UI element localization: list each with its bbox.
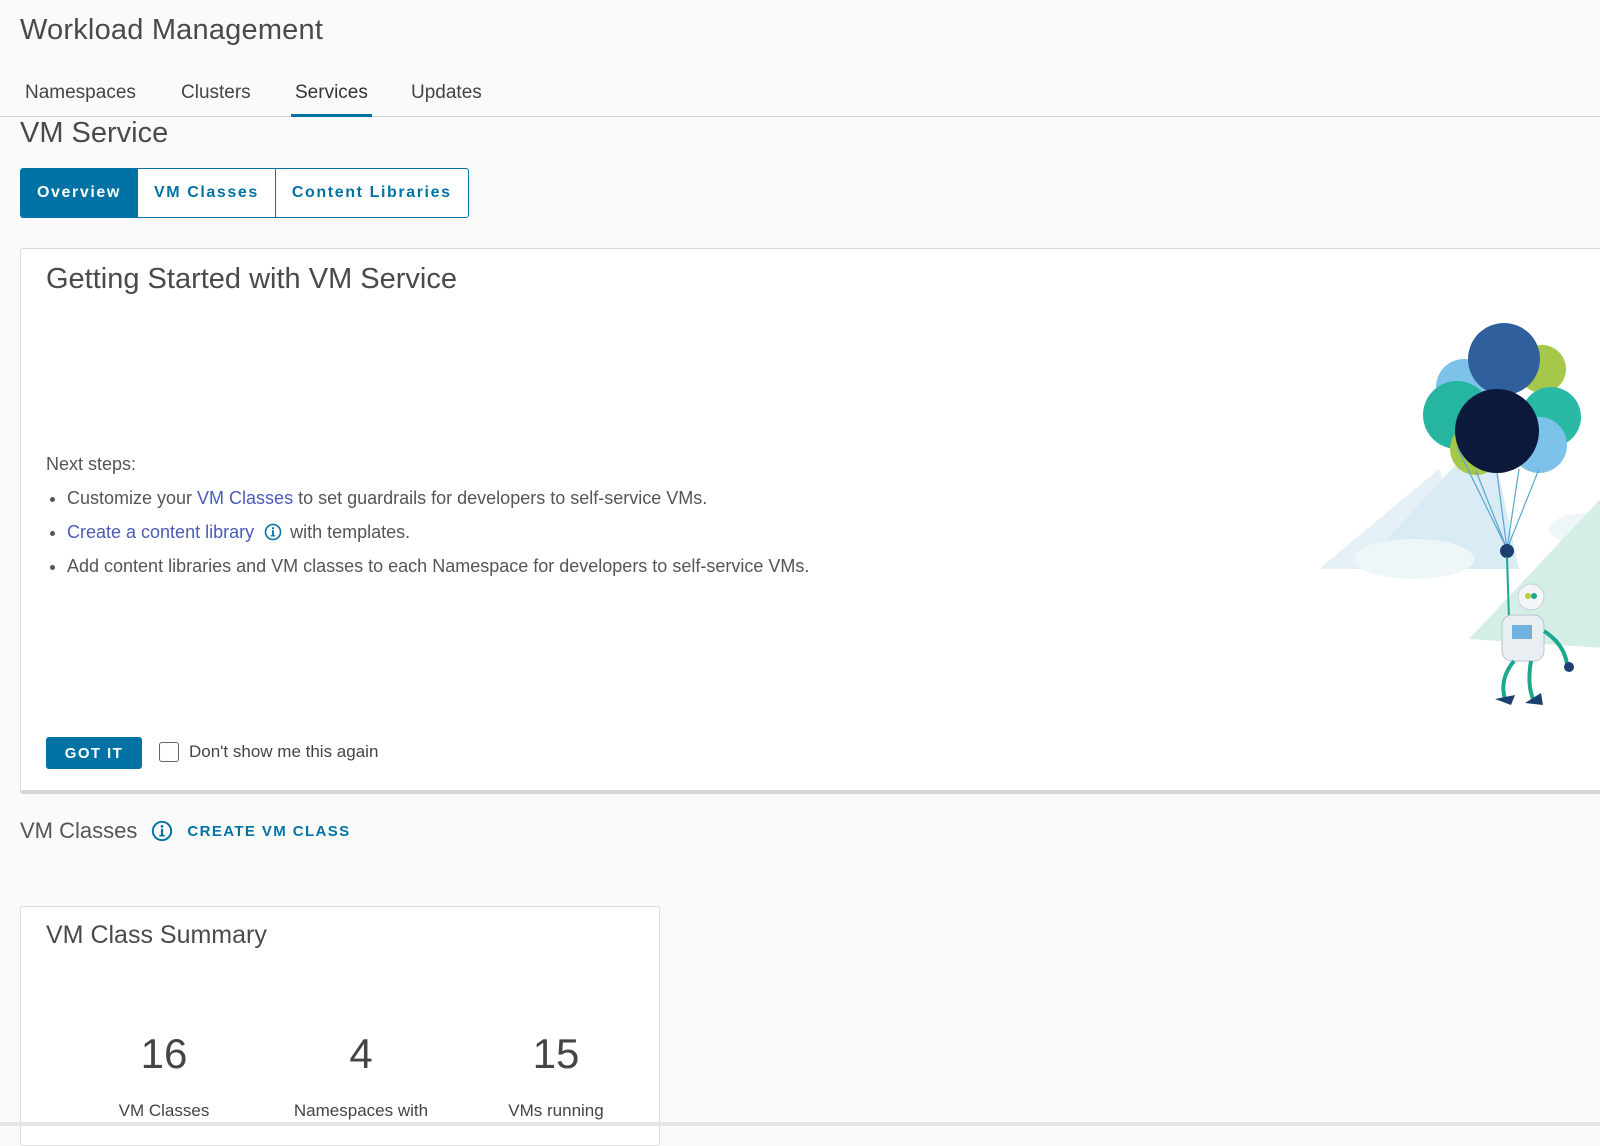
vm-class-summary-title: VM Class Summary	[46, 921, 267, 949]
stat-vm-classes: 16 VM Classes	[69, 1029, 259, 1121]
vm-classes-header: VM Classes CREATE VM CLASS	[20, 818, 351, 844]
info-icon[interactable]	[264, 522, 282, 541]
service-title: VM Service	[20, 117, 169, 149]
stat-label: VM Classes	[118, 1101, 210, 1120]
bottom-edge	[0, 1122, 1600, 1126]
segment-overview[interactable]: Overview	[21, 169, 138, 217]
next-steps-label: Next steps:	[46, 454, 137, 474]
info-icon[interactable]	[151, 820, 173, 842]
step2-suffix: with templates.	[290, 522, 411, 542]
got-it-button[interactable]: GOT IT	[46, 737, 142, 769]
balloons-robot-illustration	[1319, 319, 1600, 709]
create-vm-class-link[interactable]: CREATE VM CLASS	[187, 823, 350, 840]
tab-clusters[interactable]: Clusters	[181, 82, 251, 114]
stat-namespaces-with: 4 Namespaces with	[266, 1029, 456, 1121]
vm-class-summary-card: VM Class Summary 16 VM Classes 4 Namespa…	[20, 906, 660, 1146]
step-add-content-libraries: Add content libraries and VM classes to …	[67, 553, 809, 587]
stat-value: 16	[140, 1030, 188, 1077]
step-create-content-library: Create a content library with templates.	[67, 519, 809, 553]
next-steps-list: Customize your VM Classes to set guardra…	[46, 485, 809, 587]
stat-value: 4	[349, 1030, 373, 1077]
dont-show-again-label[interactable]: Don't show me this again	[189, 742, 378, 762]
getting-started-title: Getting Started with VM Service	[46, 263, 457, 295]
segment-content-libraries[interactable]: Content Libraries	[275, 169, 468, 217]
step3-text: Add content libraries and VM classes to …	[67, 556, 810, 576]
create-content-library-link[interactable]: Create a content library	[67, 522, 254, 542]
step-customize-vm-classes: Customize your VM Classes to set guardra…	[67, 485, 809, 519]
stat-label: VMs running	[508, 1101, 604, 1120]
dont-show-again-row[interactable]: Don't show me this again	[159, 742, 378, 762]
vm-classes-link[interactable]: VM Classes	[197, 488, 293, 508]
tab-updates[interactable]: Updates	[411, 82, 482, 114]
getting-started-card: Getting Started with VM Service Next ste…	[20, 248, 1600, 794]
page-title: Workload Management	[20, 14, 324, 46]
step1-prefix: Customize your	[67, 488, 198, 508]
main-tabs: Namespaces Clusters Services Updates	[0, 80, 1600, 117]
tab-namespaces[interactable]: Namespaces	[25, 82, 136, 114]
stat-value: 15	[532, 1030, 580, 1077]
stat-vms-running: 15 VMs running	[461, 1029, 651, 1121]
vm-classes-title: VM Classes	[20, 818, 138, 843]
dont-show-again-checkbox[interactable]	[159, 742, 179, 762]
tab-services[interactable]: Services	[291, 82, 372, 117]
stat-label: Namespaces with	[293, 1101, 429, 1120]
segment-vm-classes[interactable]: VM Classes	[137, 169, 276, 217]
step1-suffix: to set guardrails for developers to self…	[293, 488, 708, 508]
service-segmented-control: Overview VM Classes Content Libraries	[20, 168, 469, 218]
